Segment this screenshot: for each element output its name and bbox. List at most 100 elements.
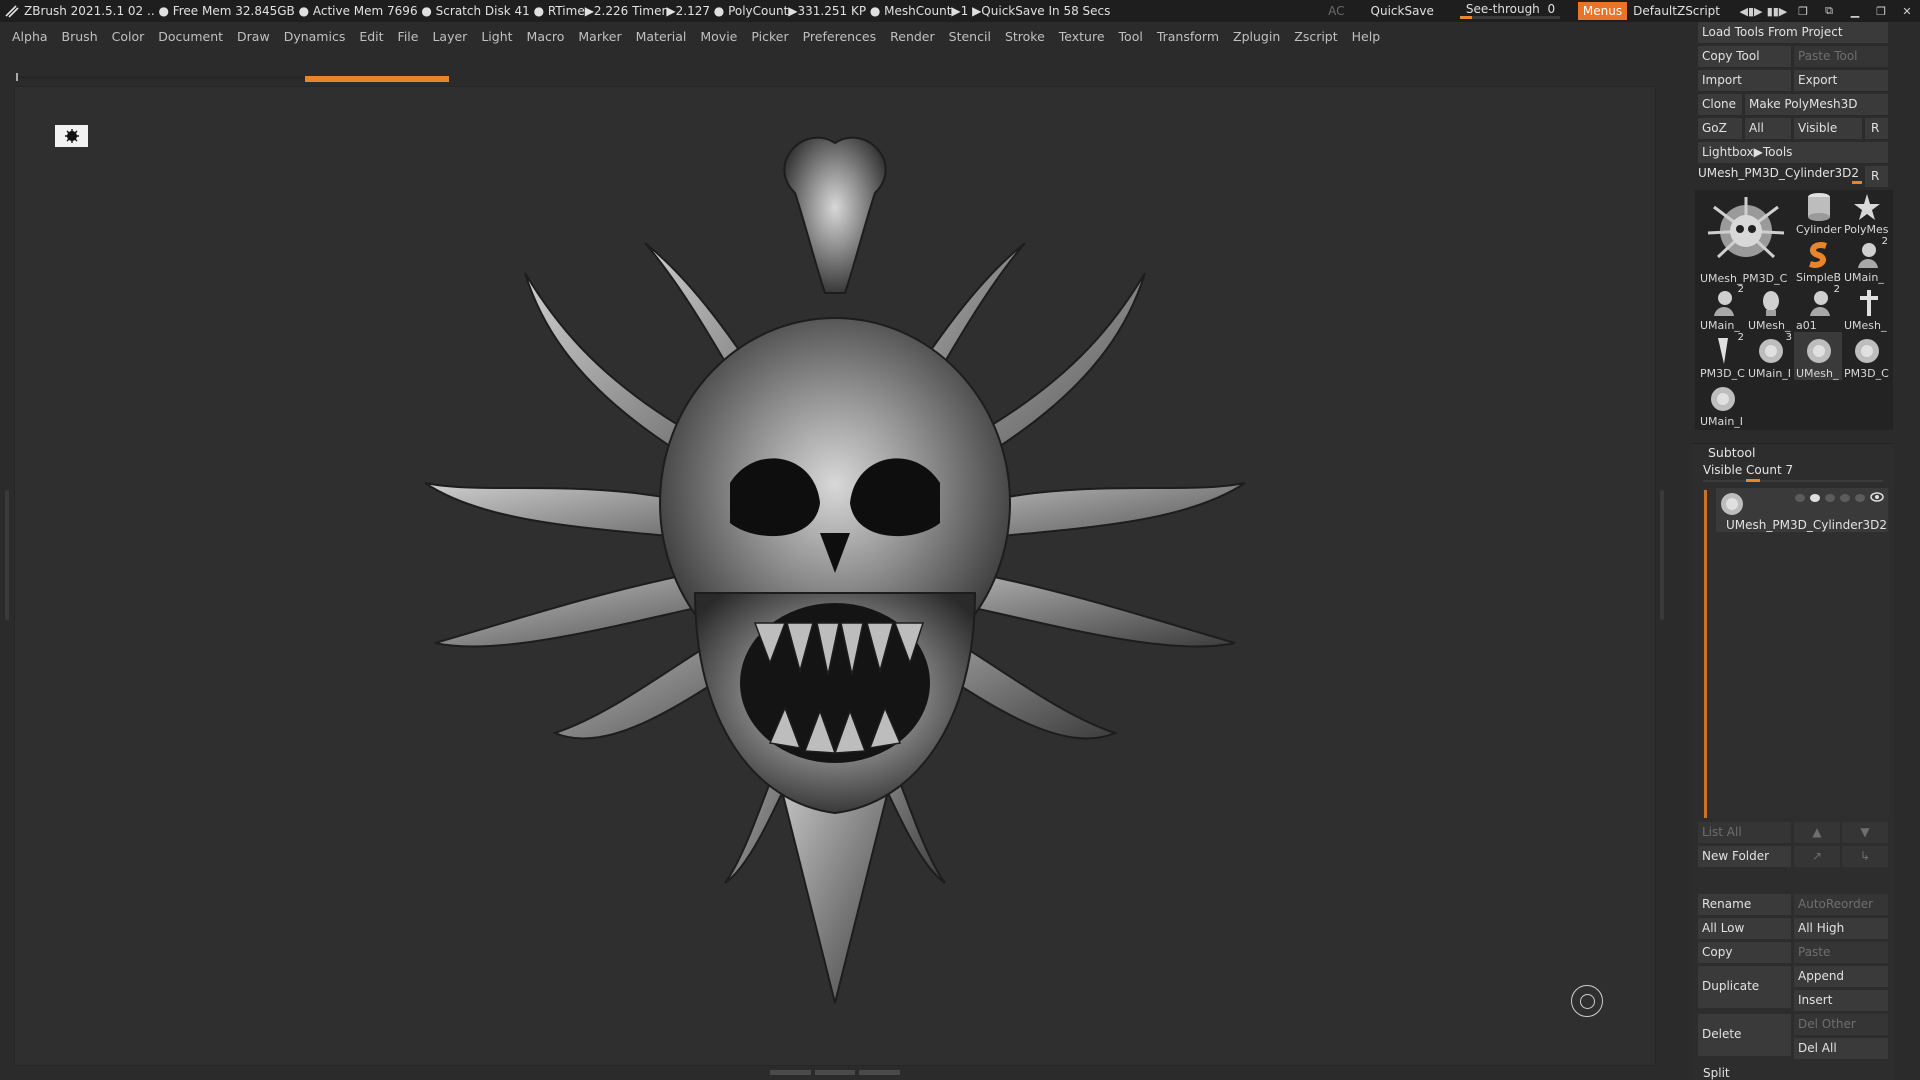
copy-tool-button[interactable]: Copy Tool bbox=[1698, 46, 1791, 67]
canvas-viewport[interactable] bbox=[14, 86, 1656, 1066]
menu-tool[interactable]: Tool bbox=[1119, 29, 1143, 44]
visible-count-track[interactable] bbox=[1703, 480, 1883, 482]
polyframe-icon[interactable] bbox=[1810, 494, 1820, 502]
menu-macro[interactable]: Macro bbox=[527, 29, 565, 44]
minimize-icon[interactable]: ▁ bbox=[1842, 5, 1868, 18]
dynamesh-icon[interactable] bbox=[1795, 494, 1805, 502]
clone-button[interactable]: Clone bbox=[1698, 94, 1742, 115]
window-cascade-icon[interactable]: ❐ bbox=[1790, 5, 1816, 18]
left-tray-handle[interactable] bbox=[5, 490, 9, 620]
tool-thumb-umain-1[interactable]: 2 UMain_ bbox=[1842, 236, 1890, 284]
goz-visible-button[interactable]: Visible bbox=[1794, 118, 1862, 139]
copy-subtool-button[interactable]: Copy bbox=[1698, 942, 1791, 963]
menu-texture[interactable]: Texture bbox=[1059, 29, 1105, 44]
list-all-button[interactable]: List All bbox=[1698, 822, 1791, 843]
menus-toggle-button[interactable]: Menus bbox=[1577, 2, 1628, 20]
move-down-icon[interactable]: ▼ bbox=[1842, 822, 1888, 843]
tool-thumb-polymesh[interactable]: PolyMes bbox=[1842, 188, 1890, 236]
eye-visibility-icon[interactable] bbox=[1870, 491, 1884, 505]
paste-subtool-button[interactable]: Paste bbox=[1794, 942, 1888, 963]
maximize-icon[interactable]: ❐ bbox=[1868, 5, 1894, 18]
delete-button[interactable]: Delete bbox=[1698, 1014, 1791, 1056]
goz-button[interactable]: GoZ bbox=[1698, 118, 1742, 139]
close-icon[interactable]: ✕ bbox=[1894, 5, 1920, 18]
tool-thumb-pm3d-1[interactable]: 2 PM3D_C bbox=[1698, 332, 1746, 380]
menu-marker[interactable]: Marker bbox=[578, 29, 621, 44]
tool-thumb-current[interactable]: UMesh_PM3D_C bbox=[1700, 193, 1792, 285]
menu-dynamics[interactable]: Dynamics bbox=[284, 29, 346, 44]
right-tray-handle[interactable] bbox=[1660, 490, 1664, 620]
tool-thumb-cylinder[interactable]: Cylinder bbox=[1794, 188, 1842, 236]
merge-icon[interactable] bbox=[1840, 494, 1850, 502]
tool-thumb-umain-4[interactable]: UMain_I bbox=[1698, 380, 1746, 428]
layout-left-icon[interactable]: ◀▮▶ bbox=[1738, 5, 1764, 18]
append-button[interactable]: Append bbox=[1794, 966, 1888, 987]
tool-thumb-umesh-1[interactable]: UMesh_ bbox=[1746, 284, 1794, 332]
tool-name-slider-knob[interactable] bbox=[1852, 181, 1862, 184]
window-tile-icon[interactable]: ⧉ bbox=[1816, 4, 1842, 18]
menu-stencil[interactable]: Stencil bbox=[949, 29, 991, 44]
bottom-tray-handle[interactable] bbox=[770, 1068, 901, 1076]
split-subpalette-title[interactable]: Split bbox=[1703, 1066, 1730, 1080]
move-up-icon[interactable]: ▲ bbox=[1794, 822, 1840, 843]
subtool-list-scrollbar[interactable] bbox=[1704, 490, 1707, 818]
menu-render[interactable]: Render bbox=[890, 29, 935, 44]
menu-preferences[interactable]: Preferences bbox=[803, 29, 877, 44]
export-button[interactable]: Export bbox=[1794, 70, 1888, 91]
subtool-title[interactable]: Subtool bbox=[1708, 445, 1755, 460]
all-high-button[interactable]: All High bbox=[1794, 918, 1888, 939]
menu-brush[interactable]: Brush bbox=[62, 29, 98, 44]
menu-transform[interactable]: Transform bbox=[1157, 29, 1219, 44]
menu-alpha[interactable]: Alpha bbox=[12, 29, 48, 44]
menu-color[interactable]: Color bbox=[112, 29, 145, 44]
tool-thumb-umesh-2[interactable]: UMesh_ bbox=[1842, 284, 1890, 332]
menu-layer[interactable]: Layer bbox=[432, 29, 467, 44]
visible-count-knob[interactable] bbox=[1746, 479, 1760, 482]
live-boolean-icon[interactable] bbox=[1825, 494, 1835, 502]
duplicate-button[interactable]: Duplicate bbox=[1698, 966, 1791, 1008]
make-polymesh3d-button[interactable]: Make PolyMesh3D bbox=[1745, 94, 1888, 115]
goz-all-button[interactable]: All bbox=[1745, 118, 1791, 139]
tool-thumb-a01[interactable]: 2 a01 bbox=[1794, 284, 1842, 332]
load-tools-from-project-button[interactable]: Load Tools From Project bbox=[1698, 22, 1888, 43]
menu-zscript[interactable]: Zscript bbox=[1294, 29, 1337, 44]
tool-thumb-umesh-3[interactable]: UMesh_ bbox=[1794, 332, 1842, 380]
see-through-slider[interactable]: See-through 0 bbox=[1459, 0, 1560, 22]
document-thumbnail[interactable] bbox=[55, 125, 88, 147]
import-button[interactable]: Import bbox=[1698, 70, 1791, 91]
menu-light[interactable]: Light bbox=[481, 29, 512, 44]
menu-picker[interactable]: Picker bbox=[751, 29, 788, 44]
menu-help[interactable]: Help bbox=[1352, 29, 1381, 44]
menu-edit[interactable]: Edit bbox=[359, 29, 383, 44]
tool-r-button[interactable]: R bbox=[1865, 166, 1888, 187]
quicksave-button[interactable]: QuickSave bbox=[1371, 4, 1434, 18]
goz-r-button[interactable]: R bbox=[1865, 118, 1888, 139]
auto-reorder-button[interactable]: AutoReorder bbox=[1794, 894, 1888, 915]
menu-draw[interactable]: Draw bbox=[237, 29, 270, 44]
move-out-folder-icon[interactable]: ↳ bbox=[1842, 846, 1888, 867]
all-low-button[interactable]: All Low bbox=[1698, 918, 1791, 939]
menu-file[interactable]: File bbox=[398, 29, 419, 44]
menu-zplugin[interactable]: Zplugin bbox=[1233, 29, 1280, 44]
tool-thumb-umain-2[interactable]: 2 UMain_ bbox=[1698, 284, 1746, 332]
new-folder-button[interactable]: New Folder bbox=[1698, 846, 1791, 867]
ac-button[interactable]: AC bbox=[1328, 4, 1344, 18]
subtool-item[interactable]: UMesh_PM3D_Cylinder3D2 bbox=[1716, 488, 1888, 532]
del-all-button[interactable]: Del All bbox=[1794, 1038, 1888, 1059]
menu-document[interactable]: Document bbox=[158, 29, 223, 44]
menu-material[interactable]: Material bbox=[636, 29, 687, 44]
visible-count-label[interactable]: Visible Count 7 bbox=[1703, 463, 1793, 477]
tool-thumb-umain-3[interactable]: 3 UMain_I bbox=[1746, 332, 1794, 380]
tool-thumb-simplebrush[interactable]: SimpleB bbox=[1794, 236, 1842, 284]
layout-center-icon[interactable]: ▮▮▶ bbox=[1764, 5, 1790, 18]
tool-thumb-pm3d-2[interactable]: PM3D_C bbox=[1842, 332, 1890, 380]
current-tool-name[interactable]: UMesh_PM3D_Cylinder3D2 bbox=[1698, 164, 1870, 182]
menu-movie[interactable]: Movie bbox=[700, 29, 737, 44]
del-other-button[interactable]: Del Other bbox=[1794, 1014, 1888, 1035]
rename-button[interactable]: Rename bbox=[1698, 894, 1791, 915]
menu-stroke[interactable]: Stroke bbox=[1005, 29, 1045, 44]
rotate-view-gizmo-icon[interactable] bbox=[1571, 985, 1603, 1017]
solo-icon[interactable] bbox=[1855, 494, 1865, 502]
paste-tool-button[interactable]: Paste Tool bbox=[1794, 46, 1888, 67]
insert-button[interactable]: Insert bbox=[1794, 990, 1888, 1011]
